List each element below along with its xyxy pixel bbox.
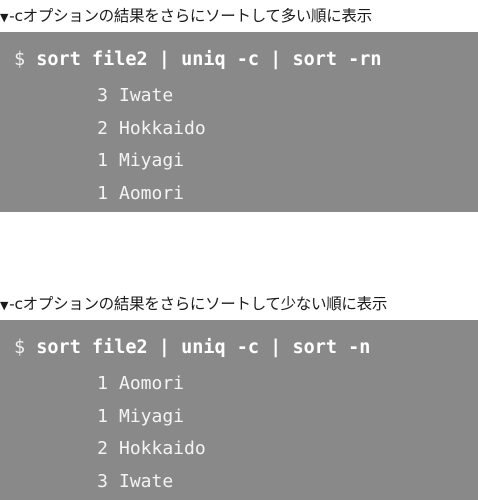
output-line: 1 Aomori [0, 178, 478, 211]
output-name: Aomori [119, 373, 185, 394]
triangle-marker-icon: ▼ [0, 299, 9, 312]
caption: ▼-cオプションの結果をさらにソートして少ない順に表示 [0, 288, 478, 320]
output-name: Miyagi [119, 405, 185, 427]
output-count: 1 [97, 183, 108, 205]
example-sort-descending: ▼-cオプションの結果をさらにソートして多い順に表示 $ sort file2 … [0, 0, 478, 212]
output-count: 2 [97, 117, 108, 139]
output-name: Aomori [119, 183, 185, 205]
output-name: Iwate [119, 471, 174, 493]
output-count: 2 [97, 438, 108, 460]
example-sort-ascending: ▼-cオプションの結果をさらにソートして少ない順に表示 $ sort file2… [0, 288, 478, 500]
caption: ▼-cオプションの結果をさらにソートして多い順に表示 [0, 0, 478, 32]
output-line: 2 Hokkaido [0, 113, 478, 146]
output-line: 2 Hokkaido [0, 433, 478, 466]
terminal-block: $ sort file2 | uniq -c | sort -rn 3 Iwate… [0, 32, 478, 212]
prompt-symbol: $ [14, 337, 26, 358]
output-line: 1 Miyagi [0, 145, 478, 178]
output-name: Iwate [119, 85, 174, 106]
output-count: 1 [97, 405, 108, 427]
output-count: 1 [97, 150, 108, 172]
terminal-block: $ sort file2 | uniq -c | sort -n 1 Aomori… [0, 320, 478, 500]
output-name: Miyagi [119, 150, 185, 172]
caption-text: -cオプションの結果をさらにソートして多い順に表示 [9, 7, 372, 25]
prompt-symbol: $ [14, 49, 26, 70]
output-count: 1 [97, 373, 108, 394]
output-name: Hokkaido [119, 438, 206, 460]
command-text: sort file2 | uniq -c | sort -rn [36, 49, 382, 70]
output-line: 1 Aomori [0, 368, 478, 401]
triangle-marker-icon: ▼ [0, 11, 9, 24]
output-line: 3 Iwate [0, 80, 478, 113]
command-line: $ sort file2 | uniq -c | sort -rn [0, 40, 478, 80]
output-line: 1 Miyagi [0, 401, 478, 434]
output-count: 3 [97, 85, 108, 106]
command-text: sort file2 | uniq -c | sort -n [36, 337, 371, 358]
caption-text: -cオプションの結果をさらにソートして少ない順に表示 [9, 295, 388, 313]
output-name: Hokkaido [119, 117, 206, 139]
command-line: $ sort file2 | uniq -c | sort -n [0, 328, 478, 368]
